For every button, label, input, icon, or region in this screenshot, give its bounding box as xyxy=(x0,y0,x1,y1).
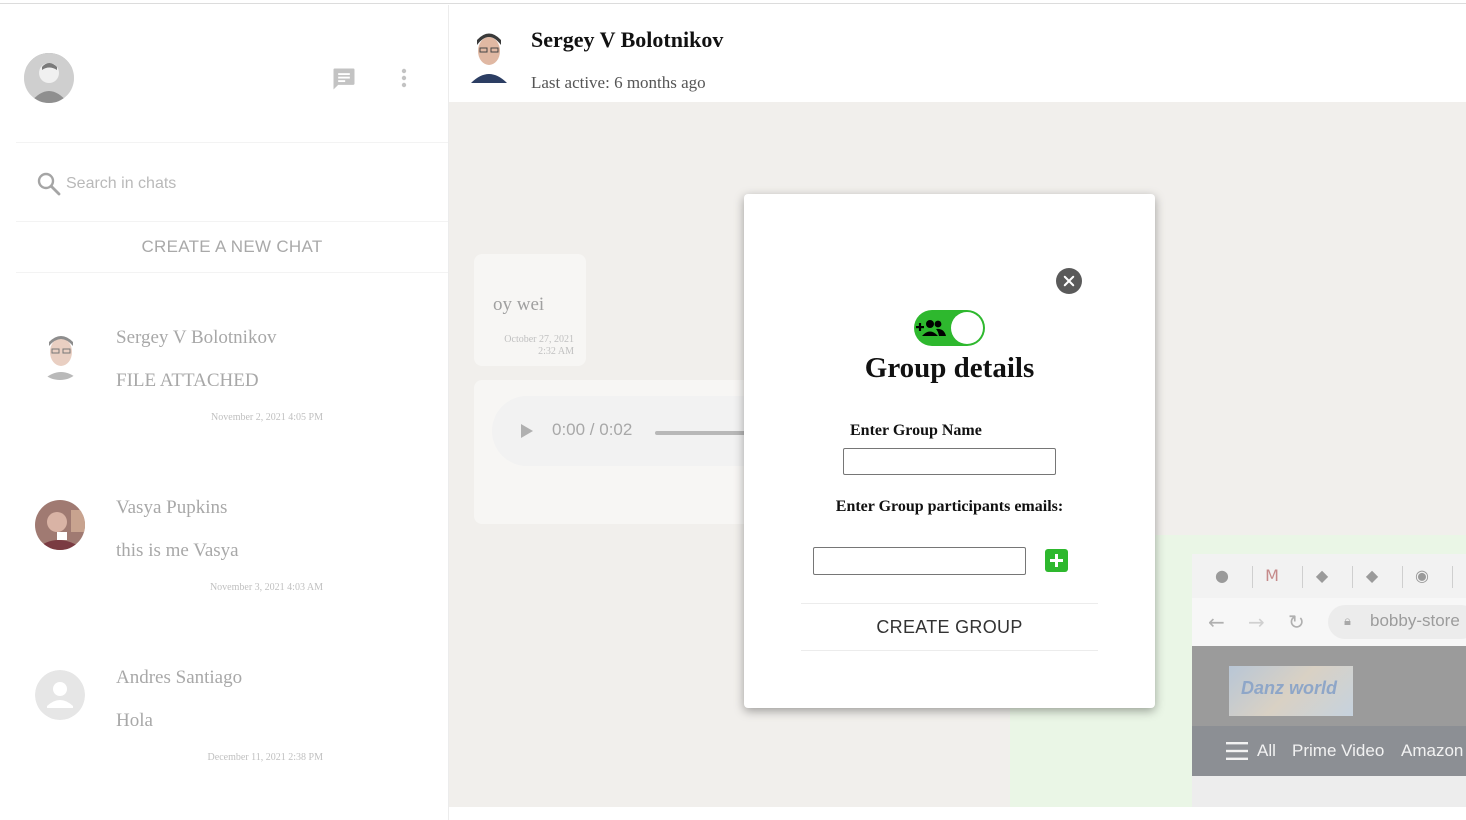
chat-list-item[interactable]: Vasya Pupkins this is me Vasya November … xyxy=(0,475,449,625)
search-icon xyxy=(37,172,61,196)
window-top-border xyxy=(0,0,1466,4)
hamburger-icon xyxy=(1226,742,1248,760)
site-logo-text: Danz world xyxy=(1241,678,1338,698)
participant-email-input[interactable] xyxy=(813,547,1026,575)
message-time: 2:32 AM xyxy=(538,346,574,357)
default-avatar-icon xyxy=(35,670,85,720)
tab-separator xyxy=(1452,566,1453,588)
chat-timestamp: December 11, 2021 2:38 PM xyxy=(207,752,323,763)
user-avatar[interactable] xyxy=(24,53,74,103)
toggle-knob xyxy=(951,312,983,344)
tab-separator xyxy=(1302,566,1303,588)
modal-title: Group details xyxy=(864,352,1035,384)
more-vert-icon[interactable] xyxy=(392,65,416,93)
group-name-input[interactable] xyxy=(843,448,1056,475)
chat-list-item[interactable]: Sergey V Bolotnikov FILE ATTACHED Novemb… xyxy=(0,305,449,455)
sidebar: CREATE A NEW CHAT Sergey V Bolotnikov FI… xyxy=(0,5,449,820)
browser-nav-bar: ← → ↻ 🔒︎ bobby-store xyxy=(1192,598,1466,646)
contact-avatar[interactable] xyxy=(469,27,509,83)
group-toggle-switch[interactable] xyxy=(914,310,985,346)
tab-separator xyxy=(1252,566,1253,588)
embedded-browser-screenshot: ● M ◆ ◆ ◉ ← → ↻ 🔒︎ bobby-store Danz worl… xyxy=(1192,554,1466,807)
message-timestamp: October 27, 2021 2:32 AM xyxy=(474,334,574,358)
search-input[interactable] xyxy=(66,171,406,197)
audio-time: 0:00 / 0:02 xyxy=(552,420,633,439)
page-bottom-strip xyxy=(449,807,1466,820)
globe-icon: ◉ xyxy=(1415,566,1429,585)
chat-last-message: FILE ATTACHED xyxy=(116,370,259,391)
chat-name: Andres Santiago xyxy=(116,667,243,688)
browser-page-body xyxy=(1192,776,1466,807)
chat-header: Sergey V Bolotnikov Last active: 6 month… xyxy=(449,5,1466,102)
group-name-label: Enter Group Name xyxy=(850,422,982,439)
back-arrow-icon: ← xyxy=(1208,610,1225,634)
chat-avatar xyxy=(35,330,85,380)
search-bar xyxy=(16,142,448,222)
add-group-icon xyxy=(916,320,946,336)
participants-emails-label: Enter Group participants emails: xyxy=(835,498,1064,515)
chat-last-message: this is me Vasya xyxy=(116,540,239,561)
tab-separator xyxy=(1402,566,1403,588)
site-menu-amazon: Amazon xyxy=(1401,741,1464,760)
site-menu-prime-video: Prime Video xyxy=(1292,741,1385,760)
play-icon[interactable] xyxy=(521,424,533,438)
add-participant-icon[interactable] xyxy=(1045,549,1068,572)
site-logo: Danz world xyxy=(1229,666,1353,716)
new-chat-icon[interactable] xyxy=(330,65,358,93)
chat-timestamp: November 2, 2021 4:05 PM xyxy=(211,412,323,423)
browser-url-text: bobby-store xyxy=(1370,611,1460,630)
create-new-chat-button[interactable]: CREATE A NEW CHAT xyxy=(16,223,448,273)
lock-icon: 🔒︎ xyxy=(1344,614,1351,629)
contact-name: Sergey V Bolotnikov xyxy=(531,27,724,52)
browser-tab-strip: ● M ◆ ◆ ◉ xyxy=(1192,554,1466,598)
chat-last-message: Hola xyxy=(116,710,153,731)
forward-arrow-icon: → xyxy=(1248,610,1265,634)
group-details-modal: Group details Enter Group Name Enter Gro… xyxy=(744,194,1155,708)
github-icon: ● xyxy=(1215,566,1229,585)
tab-separator xyxy=(1352,566,1353,588)
site-menu-all: All xyxy=(1257,741,1276,760)
audio-message-bubble: 0:00 / 0:02 xyxy=(474,380,792,524)
contact-last-active: Last active: 6 months ago xyxy=(531,73,706,92)
browser-page-header: Danz world xyxy=(1192,646,1466,726)
extension-icon: ◆ xyxy=(1365,566,1379,585)
message-bubble: oy wei October 27, 2021 2:32 AM xyxy=(474,254,586,366)
close-icon[interactable] xyxy=(1056,268,1082,294)
gmail-icon: M xyxy=(1265,566,1279,585)
sidebar-header xyxy=(0,5,449,140)
extension-icon: ◆ xyxy=(1315,566,1329,585)
chat-timestamp: November 3, 2021 4:03 AM xyxy=(209,582,323,593)
chat-list-item[interactable]: Andres Santiago Hola December 11, 2021 2… xyxy=(0,645,449,795)
browser-url-bar: 🔒︎ bobby-store xyxy=(1328,605,1466,639)
reload-icon: ↻ xyxy=(1288,610,1305,634)
chat-avatar xyxy=(35,500,85,550)
message-text: oy wei xyxy=(493,294,545,315)
chat-name: Vasya Pupkins xyxy=(116,497,228,518)
message-date: October 27, 2021 xyxy=(504,334,574,345)
create-group-button[interactable]: CREATE GROUP xyxy=(801,603,1098,651)
browser-site-menu: All Prime Video Amazon xyxy=(1192,726,1466,776)
chat-name: Sergey V Bolotnikov xyxy=(116,327,277,348)
